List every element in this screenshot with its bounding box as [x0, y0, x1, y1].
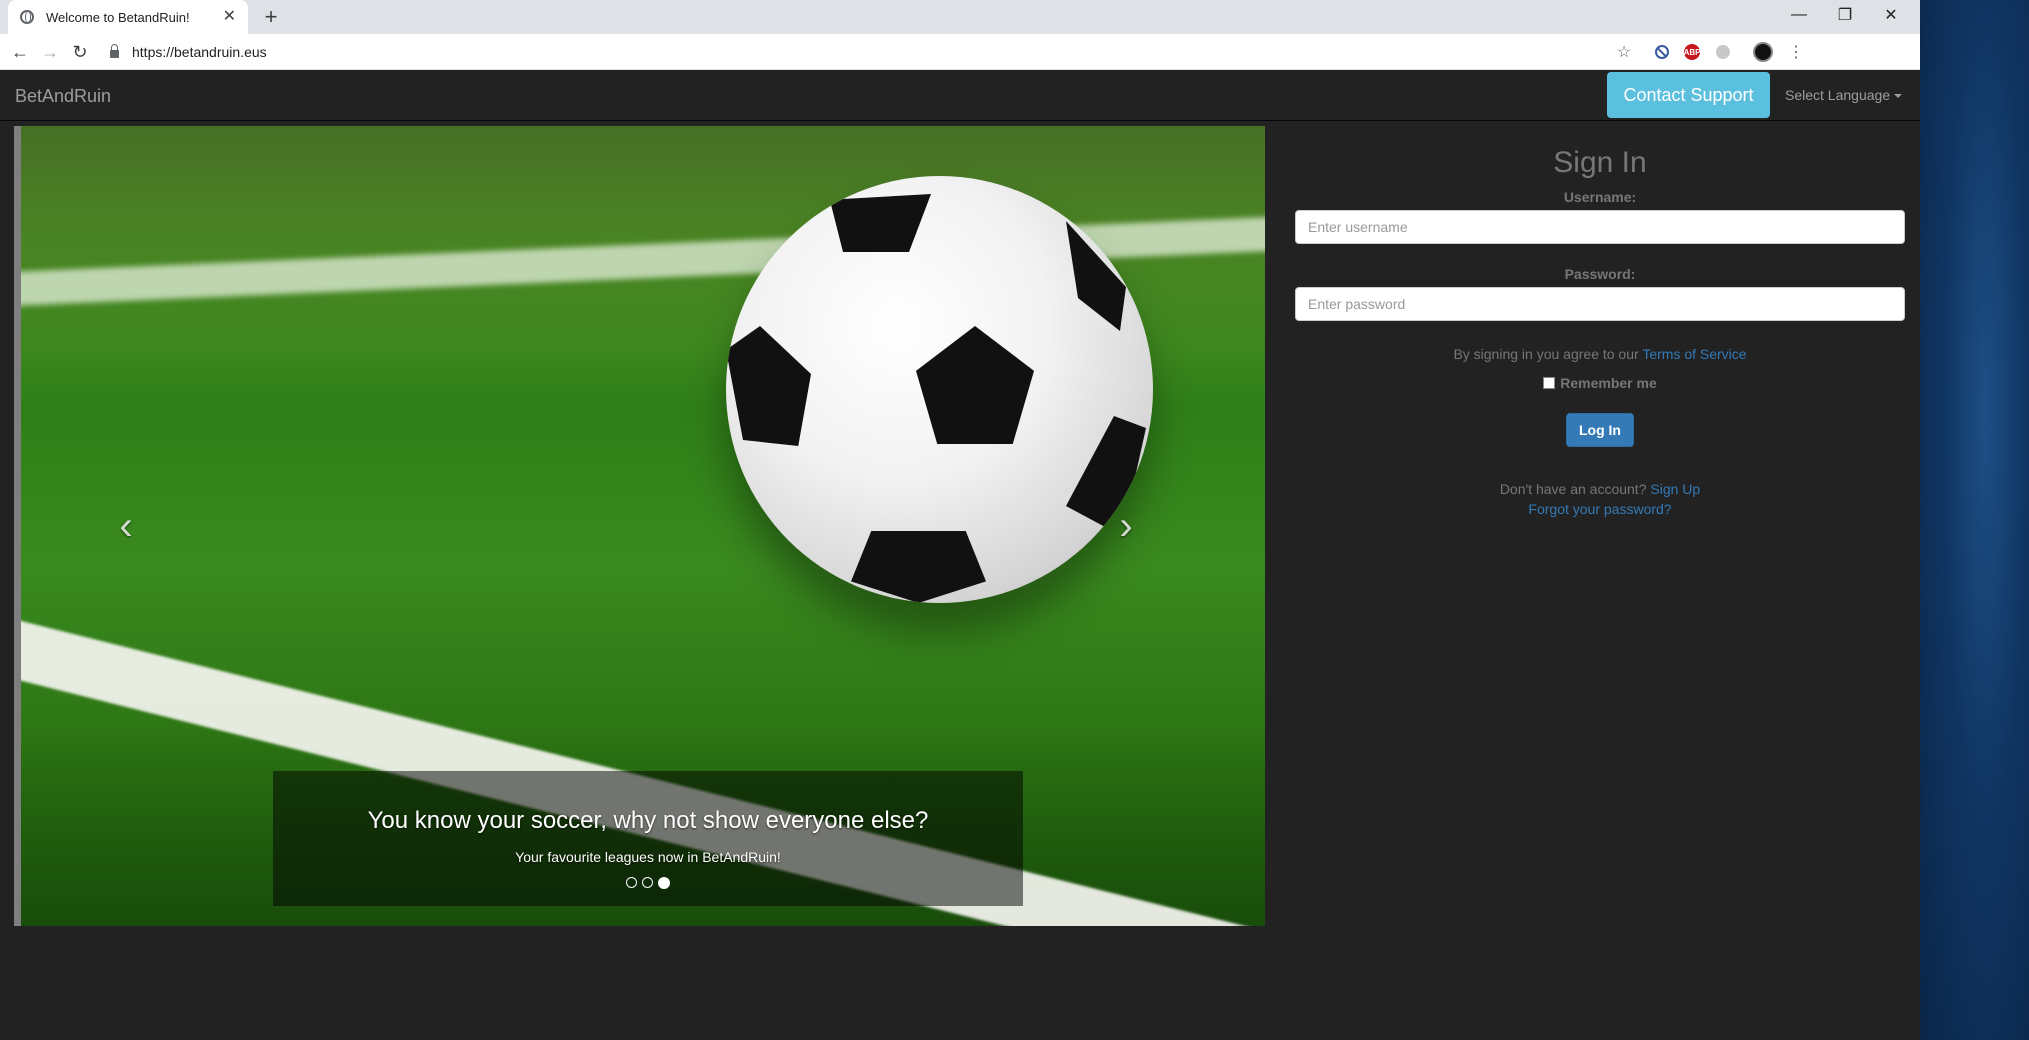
tab-strip: Welcome to BetandRuin! ✕ + — ❐ ✕ — [0, 0, 1920, 34]
new-tab-button[interactable]: + — [258, 4, 284, 30]
remember-me-checkbox[interactable] — [1543, 377, 1556, 389]
soccer-ball — [726, 176, 1153, 603]
chevron-right-icon: › — [1119, 503, 1133, 548]
carousel-indicators — [273, 877, 1023, 889]
terms-text: By signing in you agree to our Terms of … — [1295, 346, 1905, 362]
profile-avatar-icon[interactable] — [1753, 42, 1773, 62]
caption-subtitle: Your favourite leagues now in BetAndRuin… — [515, 849, 781, 865]
tab-betandruin[interactable]: Welcome to BetandRuin! ✕ — [8, 0, 248, 34]
terms-of-service-link[interactable]: Terms of Service — [1642, 346, 1746, 362]
remember-me-row: Remember me — [1295, 375, 1905, 391]
kebab-menu-icon[interactable]: ⋮ — [1786, 42, 1806, 62]
signin-title: Sign In — [1553, 146, 1647, 179]
back-button[interactable]: ← — [8, 40, 32, 64]
select-language-label: Select Language — [1785, 87, 1891, 103]
forward-arrow-icon: → — [41, 41, 59, 62]
gray-extension-icon[interactable] — [1713, 42, 1733, 62]
block-extension-icon[interactable] — [1652, 42, 1672, 62]
address-bar[interactable]: https://betandruin.eus — [110, 38, 1710, 66]
terms-prefix: By signing in you agree to our — [1453, 346, 1639, 362]
adblock-plus-icon[interactable]: ABP — [1684, 44, 1700, 60]
brand-link[interactable]: BetAndRuin — [15, 86, 111, 107]
lock-icon — [110, 44, 119, 58]
block-icon — [1655, 45, 1669, 59]
login-button[interactable]: Log In — [1566, 413, 1634, 447]
back-arrow-icon: ← — [11, 41, 29, 62]
minimize-button[interactable]: — — [1776, 0, 1822, 30]
select-language-dropdown[interactable]: Select Language — [1785, 87, 1903, 103]
carousel-indicator-2[interactable] — [642, 877, 653, 888]
forgot-password-link[interactable]: Forgot your password? — [1528, 501, 1671, 517]
username-input[interactable] — [1295, 210, 1905, 244]
browser-toolbar: ← → ↻ https://betandruin.eus ☆ ABP ⋮ — [0, 34, 1920, 70]
no-account-text: Don't have an account? — [1499, 481, 1647, 497]
minimize-icon: — — [1791, 6, 1807, 23]
browser-window: Welcome to BetandRuin! ✕ + — ❐ ✕ ← → ↻ h… — [0, 0, 1920, 1040]
restore-icon: ❐ — [1837, 7, 1853, 24]
desktop-background — [1920, 0, 2029, 1040]
hero-carousel: ‹ › You know your soccer, why not show e… — [14, 126, 1265, 926]
remember-me-label: Remember me — [1560, 375, 1657, 391]
caption-title: You know your soccer, why not show every… — [367, 807, 929, 834]
username-label: Username: — [1563, 189, 1637, 205]
tab-title: Welcome to BetandRuin! — [46, 9, 190, 25]
contact-support-button[interactable]: Contact Support — [1607, 72, 1770, 118]
globe-icon — [20, 10, 34, 24]
plus-icon: + — [264, 4, 278, 29]
reload-button[interactable]: ↻ — [68, 40, 92, 64]
site-navbar: BetAndRuin Contact Support Select Langua… — [0, 71, 1920, 121]
account-links: Don't have an account? Sign Up Forgot yo… — [1295, 479, 1905, 519]
carousel-prev-button[interactable]: ‹ — [106, 503, 146, 548]
carousel-indicator-3[interactable] — [658, 877, 670, 889]
carousel-caption: You know your soccer, why not show every… — [273, 771, 1023, 906]
url-text: https://betandruin.eus — [132, 44, 267, 60]
carousel-indicator-1[interactable] — [626, 877, 637, 888]
chevron-left-icon: ‹ — [119, 503, 133, 548]
password-label: Password: — [1564, 266, 1636, 282]
signin-panel: Sign In Username: Password: By signing i… — [1295, 126, 1905, 519]
close-icon: ✕ — [1884, 7, 1898, 24]
close-window-button[interactable]: ✕ — [1868, 0, 1914, 30]
password-input[interactable] — [1295, 287, 1905, 321]
restore-button[interactable]: ❐ — [1822, 0, 1868, 30]
avatar — [1753, 42, 1773, 62]
caret-down-icon — [1894, 94, 1903, 99]
bookmark-star-icon[interactable]: ☆ — [1614, 42, 1634, 62]
carousel-next-button[interactable]: › — [1106, 503, 1146, 548]
reload-icon: ↻ — [72, 41, 88, 62]
close-icon[interactable]: ✕ — [223, 9, 236, 25]
extension-shape — [1716, 45, 1730, 59]
forward-button[interactable]: → — [38, 40, 62, 64]
sign-up-link[interactable]: Sign Up — [1650, 481, 1700, 497]
